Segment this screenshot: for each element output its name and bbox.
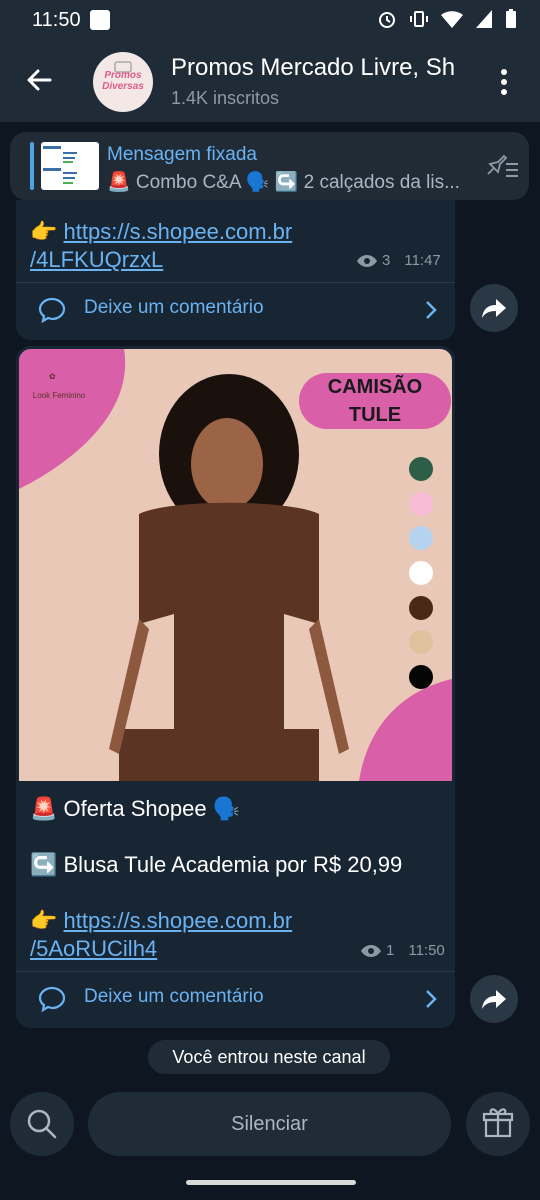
chat-header: Promos Diversas Promos Mercado Livre, Sh… bbox=[0, 40, 540, 122]
brand-logo: Look Feminino bbox=[32, 391, 86, 400]
status-bar: 11:50 bbox=[0, 0, 540, 40]
comment-icon bbox=[38, 297, 66, 324]
mute-button[interactable]: Silenciar bbox=[88, 1092, 451, 1156]
message-line: 🚨 Oferta Shopee 🗣️ bbox=[30, 796, 241, 821]
link-line[interactable]: /5AoRUCilh4 bbox=[30, 936, 157, 961]
search-icon bbox=[27, 1109, 57, 1139]
pinned-title: Mensagem fixada bbox=[107, 144, 257, 165]
status-time: 11:50 bbox=[32, 9, 81, 31]
svg-text:✿: ✿ bbox=[49, 372, 56, 381]
message-line: ↪️ Blusa Tule Academia por R$ 20,99 bbox=[30, 852, 403, 877]
thumbnail-image bbox=[43, 146, 77, 184]
view-count: 3 bbox=[382, 252, 391, 269]
message-time: 11:47 bbox=[404, 252, 441, 269]
notification-icon bbox=[90, 10, 110, 30]
gift-button[interactable] bbox=[466, 1092, 530, 1156]
share-icon bbox=[482, 299, 506, 318]
battery-icon bbox=[506, 9, 516, 28]
message-text: 🚨 Oferta Shopee 🗣️ ↪️ Blusa Tule Academi… bbox=[30, 795, 450, 963]
share-button[interactable] bbox=[470, 975, 518, 1023]
link-line[interactable]: /4LFKUQrzxL bbox=[30, 247, 163, 272]
comment-label: Deixe um comentário bbox=[84, 297, 264, 318]
eye-icon bbox=[357, 254, 377, 267]
avatar-text: Promos Diversas bbox=[102, 70, 144, 92]
message-link[interactable]: 👉 https://s.shopee.com.br /4LFKUQrzxL bbox=[30, 218, 292, 274]
signal-icon bbox=[476, 10, 492, 28]
message-time: 11:50 bbox=[408, 942, 445, 959]
product-title-line: TULE bbox=[348, 404, 402, 426]
pointer-emoji: 👉 bbox=[30, 908, 58, 933]
product-title: CAMISÃO TULE bbox=[299, 373, 451, 429]
pinned-message[interactable]: Mensagem fixada 🚨 Combo C&A 🗣️ ↪️ 2 calç… bbox=[10, 132, 529, 200]
wifi-icon bbox=[441, 11, 463, 28]
comment-button[interactable]: Deixe um comentário bbox=[16, 972, 455, 1026]
share-button[interactable] bbox=[470, 284, 518, 332]
comment-button[interactable]: Deixe um comentário bbox=[16, 283, 455, 337]
color-swatch bbox=[409, 595, 433, 620]
message-meta: 3 11:47 bbox=[356, 252, 441, 269]
pinned-thumbnail bbox=[41, 142, 99, 190]
product-photo[interactable]: ✿ Look Feminino CAMISÃO TULE bbox=[19, 349, 452, 781]
color-swatch bbox=[409, 526, 433, 551]
share-icon bbox=[482, 990, 506, 1009]
chevron-right-icon bbox=[426, 990, 437, 1008]
pin-list-icon[interactable] bbox=[484, 152, 520, 182]
color-swatch bbox=[409, 665, 433, 690]
color-swatch bbox=[409, 457, 433, 481]
pin-indicator bbox=[30, 142, 34, 190]
search-button[interactable] bbox=[10, 1092, 74, 1156]
color-swatch bbox=[409, 491, 433, 516]
color-swatches bbox=[409, 457, 433, 700]
pinned-text: 🚨 Combo C&A 🗣️ ↪️ 2 calçados da lis... bbox=[107, 172, 460, 193]
comment-icon bbox=[38, 986, 66, 1013]
chevron-right-icon bbox=[426, 301, 437, 319]
link-line[interactable]: https://s.shopee.com.br bbox=[64, 908, 293, 933]
comment-label: Deixe um comentário bbox=[84, 986, 264, 1007]
back-arrow-icon[interactable] bbox=[20, 60, 60, 100]
more-options-icon[interactable] bbox=[494, 66, 514, 98]
gesture-bar[interactable] bbox=[186, 1180, 356, 1185]
vibrate-icon bbox=[410, 11, 428, 27]
view-count: 1 bbox=[386, 942, 395, 959]
product-title-line: CAMISÃO bbox=[327, 376, 423, 398]
system-notice: Você entrou neste canal bbox=[148, 1040, 390, 1074]
eye-icon bbox=[361, 944, 381, 957]
status-icons bbox=[376, 8, 518, 30]
channel-avatar[interactable]: Promos Diversas bbox=[93, 52, 153, 112]
color-swatch bbox=[409, 630, 433, 655]
pointer-emoji: 👉 bbox=[30, 219, 58, 244]
link-line[interactable]: https://s.shopee.com.br bbox=[64, 219, 293, 244]
color-swatch bbox=[409, 561, 433, 586]
alarm-icon bbox=[379, 12, 395, 28]
subscriber-count: 1.4K inscritos bbox=[171, 88, 280, 108]
message-meta: 1 11:50 bbox=[360, 942, 445, 959]
channel-title[interactable]: Promos Mercado Livre, Sh bbox=[171, 54, 471, 82]
gift-icon bbox=[482, 1108, 514, 1138]
